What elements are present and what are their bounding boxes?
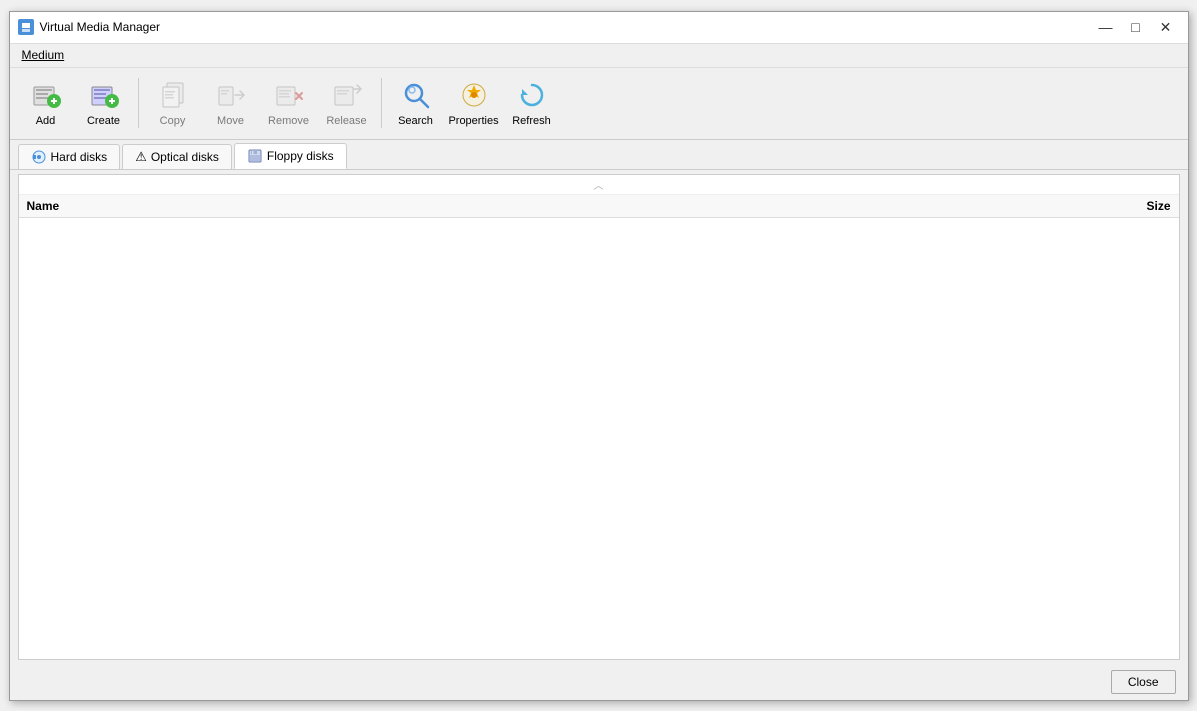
app-icon	[18, 19, 34, 35]
refresh-icon	[516, 79, 548, 111]
column-name: Name	[27, 199, 60, 213]
menu-bar: Medium	[10, 44, 1188, 68]
release-icon	[331, 79, 363, 111]
search-icon	[400, 79, 432, 111]
properties-icon	[458, 79, 490, 111]
move-icon	[215, 79, 247, 111]
remove-label: Remove	[268, 115, 309, 127]
toolbar: Add Create	[10, 68, 1188, 140]
table-body	[19, 218, 1179, 659]
floppy-disk-icon	[247, 148, 263, 164]
title-bar-left: Virtual Media Manager	[18, 19, 161, 35]
release-button[interactable]: Release	[319, 73, 375, 133]
scroll-indicator: ︿	[19, 175, 1179, 195]
move-label: Move	[217, 115, 244, 127]
title-controls: — □ ✕	[1092, 16, 1180, 38]
create-label: Create	[87, 115, 120, 127]
search-label: Search	[398, 115, 433, 127]
close-button[interactable]: Close	[1111, 670, 1176, 694]
main-window: Virtual Media Manager — □ ✕ Medium	[9, 11, 1189, 701]
tab-hard-disks-label: Hard disks	[51, 150, 108, 164]
footer: Close	[10, 664, 1188, 700]
release-label: Release	[326, 115, 366, 127]
optical-disk-icon: ⚠	[135, 149, 147, 165]
minimize-button[interactable]: —	[1092, 16, 1120, 38]
copy-label: Copy	[160, 115, 186, 127]
hard-disk-icon	[31, 149, 47, 165]
properties-button[interactable]: Properties	[446, 73, 502, 133]
refresh-label: Refresh	[512, 115, 551, 127]
add-label: Add	[36, 115, 56, 127]
refresh-button[interactable]: Refresh	[504, 73, 560, 133]
tab-optical-disks-label: Optical disks	[151, 150, 219, 164]
menu-medium[interactable]: Medium	[14, 46, 73, 64]
copy-button[interactable]: Copy	[145, 73, 201, 133]
tab-optical-disks[interactable]: ⚠ Optical disks	[122, 144, 232, 169]
move-button[interactable]: Move	[203, 73, 259, 133]
maximize-button[interactable]: □	[1122, 16, 1150, 38]
tab-hard-disks[interactable]: Hard disks	[18, 144, 121, 169]
separator-1	[138, 78, 139, 128]
tabs-bar: Hard disks ⚠ Optical disks Floppy disks	[10, 140, 1188, 170]
content-area: ︿ Name Size	[18, 174, 1180, 660]
table-header: Name Size	[19, 195, 1179, 218]
separator-2	[381, 78, 382, 128]
properties-label: Properties	[448, 115, 498, 127]
remove-icon	[273, 79, 305, 111]
column-size: Size	[1146, 199, 1170, 213]
tab-floppy-disks-label: Floppy disks	[267, 149, 334, 163]
window-title: Virtual Media Manager	[40, 20, 161, 34]
add-icon	[30, 79, 62, 111]
title-bar: Virtual Media Manager — □ ✕	[10, 12, 1188, 44]
create-button[interactable]: Create	[76, 73, 132, 133]
tab-floppy-disks[interactable]: Floppy disks	[234, 143, 347, 169]
remove-button[interactable]: Remove	[261, 73, 317, 133]
copy-icon	[157, 79, 189, 111]
window-close-button[interactable]: ✕	[1152, 16, 1180, 38]
search-button[interactable]: Search	[388, 73, 444, 133]
add-button[interactable]: Add	[18, 73, 74, 133]
create-icon	[88, 79, 120, 111]
